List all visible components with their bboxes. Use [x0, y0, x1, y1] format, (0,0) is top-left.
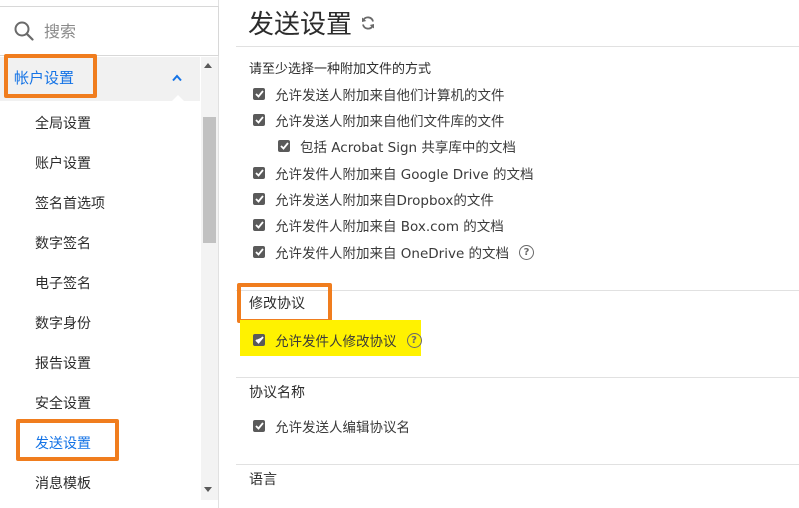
- nav-item-global-settings[interactable]: 全局设置: [35, 113, 91, 133]
- help-icon[interactable]: ?: [519, 244, 535, 260]
- nav-item-digital-signatures[interactable]: 数字签名: [35, 233, 91, 253]
- section-divider: [236, 377, 799, 378]
- attach-dropbox-checkbox[interactable]: [253, 193, 265, 205]
- allow-modify-agreement-label: 允许发件人修改协议: [275, 334, 397, 350]
- nav-group-account-settings[interactable]: 帐户设置: [0, 57, 200, 102]
- page-title: 发送设置: [248, 10, 353, 40]
- edit-agreement-name-row: 允许发送人编辑协议名: [253, 416, 410, 436]
- active-notch: [171, 95, 185, 102]
- section-divider: [236, 464, 799, 465]
- include-shared-library-row: 包括 Acrobat Sign 共享库中的文档: [278, 136, 516, 156]
- nav-group-label: 帐户设置: [14, 69, 75, 87]
- attach-google-drive-checkbox[interactable]: [253, 167, 265, 179]
- title-divider: [236, 46, 799, 47]
- modify-agreement-heading: 修改协议: [249, 296, 305, 312]
- sidebar-scrollbar[interactable]: [201, 57, 218, 500]
- attach-from-library-label: 允许发送人附加来自他们文件库的文件: [275, 114, 505, 130]
- scroll-up-arrow-icon[interactable]: [204, 63, 212, 68]
- allow-modify-agreement-checkbox[interactable]: [253, 334, 265, 346]
- attach-from-library-checkbox[interactable]: [253, 114, 265, 126]
- help-icon[interactable]: ?: [406, 332, 422, 348]
- attach-onedrive-checkbox[interactable]: [253, 246, 265, 258]
- search-box[interactable]: [0, 6, 219, 56]
- attach-box-checkbox[interactable]: [253, 219, 265, 231]
- nav-item-send-settings[interactable]: 发送设置: [35, 433, 91, 453]
- attach-google-drive-label: 允许发件人附加来自 Google Drive 的文档: [275, 167, 534, 183]
- edit-agreement-name-label: 允许发送人编辑协议名: [275, 420, 410, 436]
- search-icon: [14, 21, 34, 41]
- attach-google-drive-row: 允许发件人附加来自 Google Drive 的文档: [253, 163, 533, 183]
- nav-item-digital-identity[interactable]: 数字身份: [35, 313, 91, 333]
- attach-onedrive-row: 允许发件人附加来自 OneDrive 的文档 ?: [253, 242, 535, 262]
- scroll-thumb[interactable]: [203, 117, 216, 243]
- attach-from-library-row: 允许发送人附加来自他们文件库的文件: [253, 110, 505, 130]
- edit-agreement-name-checkbox[interactable]: [253, 420, 265, 432]
- title-row: 发送设置: [248, 4, 376, 41]
- nav-item-electronic-seals[interactable]: 电子签名: [35, 273, 91, 293]
- attach-from-computer-checkbox[interactable]: [253, 88, 265, 100]
- attach-from-computer-label: 允许发送人附加来自他们计算机的文件: [275, 88, 505, 104]
- nav-item-message-templates[interactable]: 消息模板: [35, 473, 91, 493]
- settings-nav: 帐户设置 全局设置 账户设置 签名首选项 数字签名 电子签名 数字身份 报告设置…: [0, 57, 200, 508]
- attach-from-computer-row: 允许发送人附加来自他们计算机的文件: [253, 84, 505, 104]
- refresh-icon[interactable]: [360, 15, 376, 35]
- attach-dropbox-label: 允许发送人附加来自Dropbox的文件: [275, 193, 494, 209]
- attach-box-label: 允许发件人附加来自 Box.com 的文档: [275, 219, 504, 235]
- nav-item-signature-preferences[interactable]: 签名首选项: [35, 193, 105, 213]
- scroll-down-arrow-icon[interactable]: [204, 487, 212, 492]
- chevron-up-icon: [172, 71, 182, 85]
- attach-dropbox-row: 允许发送人附加来自Dropbox的文件: [253, 189, 494, 209]
- attach-onedrive-label: 允许发件人附加来自 OneDrive 的文档: [275, 246, 510, 262]
- nav-item-report-settings[interactable]: 报告设置: [35, 353, 91, 373]
- section-divider: [236, 290, 799, 291]
- sidebar: 帐户设置 全局设置 账户设置 签名首选项 数字签名 电子签名 数字身份 报告设置…: [0, 0, 219, 508]
- search-input[interactable]: [44, 21, 194, 41]
- main-content: 发送设置 请至少选择一种附加文件的方式 允许发送人附加来自他们计算机的文件 允许…: [236, 0, 799, 508]
- attach-box-row: 允许发件人附加来自 Box.com 的文档: [253, 215, 504, 235]
- agreement-name-heading: 协议名称: [249, 385, 305, 401]
- language-heading: 语言: [249, 472, 277, 488]
- include-shared-library-label: 包括 Acrobat Sign 共享库中的文档: [300, 140, 516, 156]
- allow-modify-agreement-row: 允许发件人修改协议 ?: [253, 330, 422, 350]
- include-shared-library-checkbox[interactable]: [278, 140, 290, 152]
- nav-item-account-settings[interactable]: 账户设置: [35, 153, 91, 173]
- attach-methods-heading: 请至少选择一种附加文件的方式: [249, 62, 432, 77]
- nav-item-security-settings[interactable]: 安全设置: [35, 393, 91, 413]
